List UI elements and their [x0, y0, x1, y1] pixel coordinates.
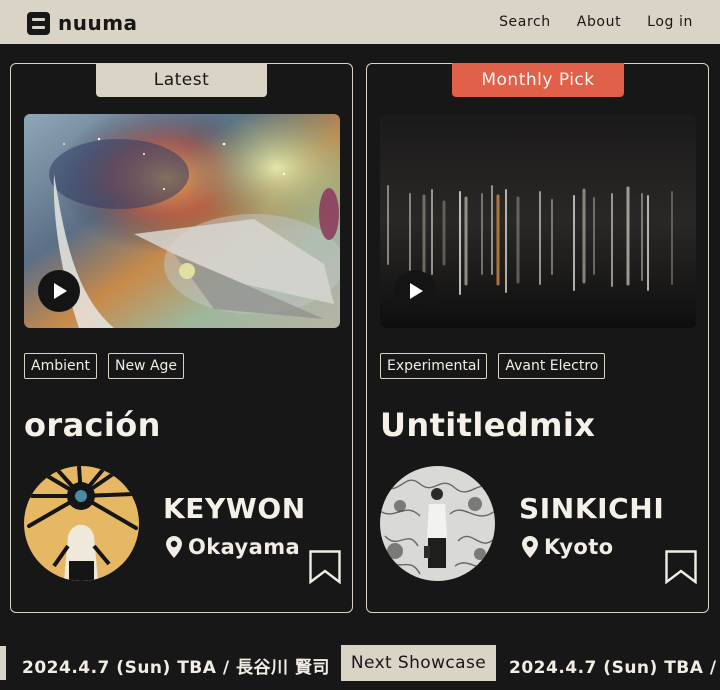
brand-logo[interactable]: nuuma	[27, 11, 138, 35]
genre-tags: Experimental Avant Electro	[380, 353, 606, 379]
artist-avatar[interactable]	[24, 466, 139, 581]
location-pin-icon	[166, 536, 182, 558]
mix-card-latest[interactable]: Latest Ambient New Age oración KEYWON Ok…	[10, 63, 353, 613]
main-nav: Search About Log in	[499, 14, 693, 30]
bookmark-icon[interactable]	[309, 550, 341, 584]
ticker-event-text-repeat[interactable]: 2024.4.7 (Sun) TBA / 長	[509, 653, 720, 678]
artist-name[interactable]: KEYWON	[163, 492, 306, 525]
mix-title[interactable]: Untitledmix	[380, 406, 595, 444]
avatar-illustration	[24, 466, 139, 581]
location-text: Kyoto	[544, 535, 614, 559]
avatar-photo	[380, 466, 495, 581]
tag-experimental[interactable]: Experimental	[380, 353, 488, 379]
cover-artwork[interactable]	[24, 114, 340, 328]
next-showcase-badge[interactable]: Next Showcase	[341, 645, 496, 681]
nav-about[interactable]: About	[577, 14, 621, 30]
ticker-edge-badge	[0, 646, 6, 680]
cover-artwork[interactable]	[380, 114, 696, 328]
artist-location: Kyoto	[522, 535, 614, 559]
play-icon[interactable]	[38, 270, 80, 312]
mix-title[interactable]: oración	[24, 406, 161, 444]
bookmark-icon[interactable]	[665, 550, 697, 584]
mix-card-monthly-pick[interactable]: Monthly Pick Experimental Avant Electro …	[366, 63, 709, 613]
artist-location: Okayama	[166, 535, 300, 559]
logo-icon	[27, 11, 50, 35]
nav-search[interactable]: Search	[499, 14, 551, 30]
genre-tags: Ambient New Age	[24, 353, 185, 379]
tag-ambient[interactable]: Ambient	[24, 353, 97, 379]
artist-avatar[interactable]	[380, 466, 495, 581]
nav-login[interactable]: Log in	[647, 14, 693, 30]
brand-name: nuuma	[58, 11, 138, 35]
showcase-ticker[interactable]: 2024.4.7 (Sun) TBA / 長谷川 賢司 Next Showcas…	[0, 637, 720, 690]
latest-badge: Latest	[96, 63, 267, 97]
location-text: Okayama	[188, 535, 301, 559]
ticker-event-text[interactable]: 2024.4.7 (Sun) TBA / 長谷川 賢司	[22, 653, 330, 678]
artist-name[interactable]: SINKICHI	[519, 492, 664, 525]
monthly-pick-badge: Monthly Pick	[452, 63, 624, 97]
tag-new-age[interactable]: New Age	[107, 353, 185, 379]
play-icon[interactable]	[394, 270, 436, 312]
site-header: nuuma Search About Log in	[0, 0, 720, 44]
tag-avant-electro[interactable]: Avant Electro	[498, 353, 606, 379]
location-pin-icon	[522, 536, 538, 558]
